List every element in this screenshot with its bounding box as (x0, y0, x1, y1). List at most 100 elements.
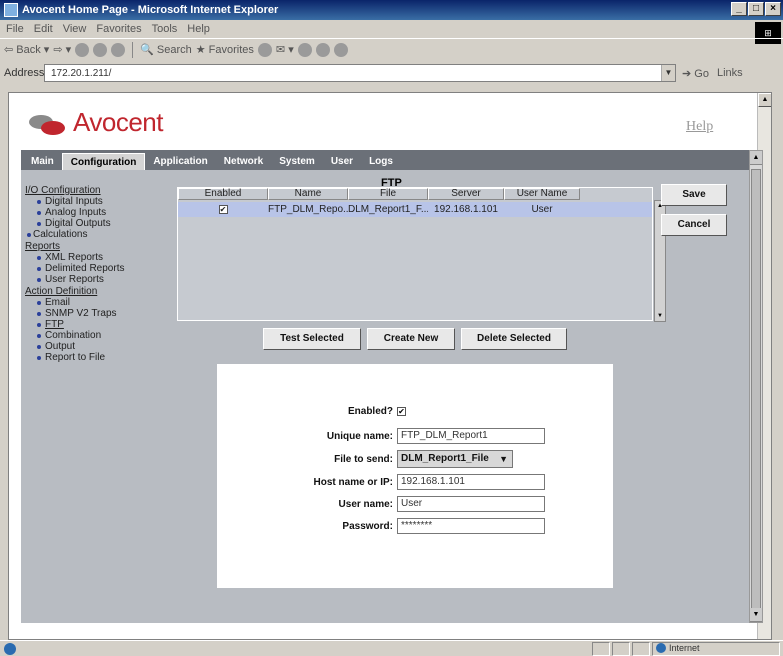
menu-help[interactable]: Help (187, 23, 210, 35)
menu-edit[interactable]: Edit (34, 23, 53, 35)
save-button[interactable]: Save (661, 184, 727, 206)
menu-tools[interactable]: Tools (152, 23, 178, 35)
sidebar-section-reports[interactable]: Reports (25, 241, 165, 252)
go-button[interactable]: ➔ Go (682, 67, 709, 80)
back-label: Back (16, 44, 41, 56)
globe-icon (656, 643, 666, 653)
sidebar-item-label: Email (45, 297, 71, 308)
links-button[interactable]: Links (717, 67, 743, 79)
sidebar-item-label: Digital Inputs (45, 196, 103, 207)
password-label: Password: (342, 520, 393, 532)
tab-logs[interactable]: Logs (361, 153, 401, 170)
brand-name: Avocent (73, 107, 163, 137)
col-header-server[interactable]: Server (428, 188, 504, 200)
tab-main[interactable]: Main (23, 153, 62, 170)
sidebar-item-combination[interactable]: Combination (25, 330, 165, 341)
search-button[interactable]: 🔍 Search (140, 43, 192, 56)
favorites-button[interactable]: ★ Favorites (196, 43, 254, 56)
applet-scroll-up-icon[interactable]: ▲ (750, 151, 762, 165)
cell-file: DLM_Report1_F... (348, 204, 428, 215)
scroll-up-icon[interactable]: ▲ (758, 93, 771, 107)
sidebar-item-xml-reports[interactable]: XML Reports (25, 252, 165, 263)
address-dropdown-icon[interactable]: ▼ (661, 65, 675, 81)
cell-username: User (531, 204, 553, 215)
sidebar-item-digital-outputs[interactable]: Digital Outputs (25, 218, 165, 229)
address-bar: Address 172.20.1.211/ ▼ ➔ Go Links (0, 62, 783, 84)
enabled-row: Enabled? ✔ (217, 406, 406, 417)
table-row[interactable]: ✔ FTP_DLM_Repo... DLM_Report1_F... 192.1… (178, 202, 652, 217)
user-name-label: User name: (338, 498, 393, 510)
enabled-checkbox[interactable]: ✔ (218, 204, 228, 214)
help-link[interactable]: Help (686, 119, 713, 135)
sidebar-item-calculations[interactable]: Calculations (25, 229, 165, 240)
tab-system[interactable]: System (271, 153, 323, 170)
host-field[interactable]: 192.168.1.101 (397, 474, 545, 490)
tab-application[interactable]: Application (145, 153, 215, 170)
close-button[interactable]: × (765, 2, 781, 16)
go-label: Go (694, 67, 709, 80)
sidebar-item-user-reports[interactable]: User Reports (25, 274, 165, 285)
file-to-send-label: File to send: (334, 453, 393, 465)
test-selected-button[interactable]: Test Selected (263, 328, 361, 350)
minimize-button[interactable]: _ (731, 2, 747, 16)
menu-view[interactable]: View (63, 23, 87, 35)
cancel-button[interactable]: Cancel (661, 214, 727, 236)
sidebar-item-output[interactable]: Output (25, 341, 165, 352)
edit-icon[interactable] (315, 42, 330, 57)
user-name-field[interactable]: User (397, 496, 545, 512)
status-cell (632, 642, 650, 656)
sidebar-item-digital-inputs[interactable]: Digital Inputs (25, 196, 165, 207)
bullet-icon (37, 256, 41, 260)
sidebar-section-action-definition[interactable]: Action Definition (25, 286, 165, 297)
sidebar-item-snmp[interactable]: SNMP V2 Traps (25, 308, 165, 319)
applet-scroll-down-icon[interactable]: ▼ (750, 608, 762, 622)
refresh-icon[interactable] (93, 42, 108, 57)
browser-toolbar: ⇦ Back ▾ ⇨ ▾ 🔍 Search ★ Favorites ✉ ▾ (0, 38, 783, 60)
sidebar-item-analog-inputs[interactable]: Analog Inputs (25, 207, 165, 218)
file-to-send-select[interactable]: DLM_Report1_File ▼ (397, 450, 513, 468)
main-tabs: Main Configuration Application Network S… (21, 150, 749, 170)
col-header-username[interactable]: User Name (504, 188, 580, 200)
cell-server: 192.168.1.101 (434, 204, 498, 215)
home-icon[interactable] (111, 42, 126, 57)
sidebar-section-io[interactable]: I/O Configuration (25, 185, 165, 196)
stop-icon[interactable] (75, 42, 90, 57)
create-new-button[interactable]: Create New (367, 328, 455, 350)
sidebar-item-email[interactable]: Email (25, 297, 165, 308)
menu-file[interactable]: File (6, 23, 24, 35)
sidebar-item-report-to-file[interactable]: Report to File (25, 352, 165, 363)
password-field[interactable]: ******** (397, 518, 545, 534)
discuss-icon[interactable] (333, 42, 348, 57)
favorites-label: Favorites (208, 44, 254, 56)
delete-selected-button[interactable]: Delete Selected (461, 328, 567, 350)
unique-name-field[interactable]: FTP_DLM_Report1 (397, 428, 545, 444)
sidebar-item-delimited-reports[interactable]: Delimited Reports (25, 263, 165, 274)
file-to-send-row: File to send: DLM_Report1_File ▼ (217, 450, 513, 468)
applet-scroll-thumb[interactable] (751, 169, 761, 609)
sidebar-item-label: Combination (45, 330, 102, 341)
logo-shape-red (41, 120, 65, 135)
maximize-button[interactable]: □ (748, 2, 764, 16)
file-to-send-value: DLM_Report1_File (401, 453, 489, 464)
cell-enabled[interactable]: ✔ (178, 202, 268, 217)
col-header-enabled[interactable]: Enabled (178, 188, 268, 200)
forward-button[interactable]: ⇨ ▾ (53, 43, 71, 56)
tab-network[interactable]: Network (216, 153, 271, 170)
bullet-icon (37, 267, 41, 271)
zone-label: Internet (669, 643, 700, 653)
table-scroll-down-icon[interactable]: ▼ (655, 311, 665, 321)
mail-button[interactable]: ✉ ▾ (276, 43, 294, 56)
col-header-name[interactable]: Name (268, 188, 348, 200)
col-header-file[interactable]: File (348, 188, 428, 200)
tab-user[interactable]: User (323, 153, 361, 170)
enabled-checkbox-form[interactable]: ✔ (397, 407, 406, 416)
sidebar-item-ftp[interactable]: FTP (25, 319, 165, 330)
tab-configuration[interactable]: Configuration (61, 153, 146, 170)
menu-favorites[interactable]: Favorites (96, 23, 141, 35)
history-icon[interactable] (257, 42, 272, 57)
back-button[interactable]: ⇦ Back ▾ (4, 43, 49, 56)
print-icon[interactable] (297, 42, 312, 57)
applet-scrollbar[interactable]: ▲ ▼ (749, 150, 763, 623)
sidebar-item-label: XML Reports (45, 252, 103, 263)
address-input[interactable]: 172.20.1.211/ ▼ (44, 64, 676, 82)
